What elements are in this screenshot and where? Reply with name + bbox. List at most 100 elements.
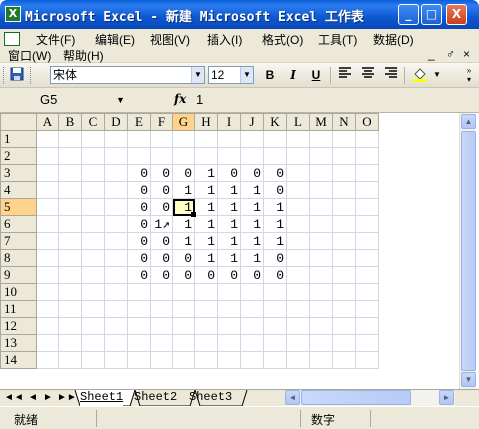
menu-view[interactable]: 视图(V) bbox=[150, 31, 190, 48]
cell-k5[interactable]: 1 bbox=[263, 198, 287, 216]
cell-h13[interactable] bbox=[194, 334, 218, 352]
row-header[interactable]: 6 bbox=[0, 215, 37, 233]
cell-e4[interactable]: 0 bbox=[127, 181, 151, 199]
cell-o11[interactable] bbox=[355, 300, 379, 318]
cell-b10[interactable] bbox=[58, 283, 82, 301]
cell-g11[interactable] bbox=[172, 300, 195, 318]
align-center-icon[interactable] bbox=[359, 66, 377, 84]
first-sheet-icon[interactable]: ◄◄ bbox=[4, 391, 24, 405]
column-header-g[interactable]: G bbox=[172, 113, 195, 131]
column-header-l[interactable]: L bbox=[286, 113, 310, 131]
cell-n6[interactable] bbox=[332, 215, 356, 233]
cell-c13[interactable] bbox=[81, 334, 105, 352]
cell-d1[interactable] bbox=[104, 130, 128, 148]
menu-window[interactable]: 窗口(W) bbox=[8, 47, 51, 64]
cell-a9[interactable] bbox=[36, 266, 59, 284]
fill-color-icon[interactable] bbox=[410, 66, 432, 84]
cell-a12[interactable] bbox=[36, 317, 59, 335]
column-header-f[interactable]: F bbox=[150, 113, 173, 131]
cell-l8[interactable] bbox=[286, 249, 310, 267]
cell-o4[interactable] bbox=[355, 181, 379, 199]
cell-g3[interactable]: 0 bbox=[172, 164, 195, 182]
cell-o14[interactable] bbox=[355, 351, 379, 369]
cell-c3[interactable] bbox=[81, 164, 105, 182]
cell-g2[interactable] bbox=[172, 147, 195, 165]
menu-tools[interactable]: 工具(T) bbox=[318, 31, 357, 48]
cell-a5[interactable] bbox=[36, 198, 59, 216]
worksheet-grid[interactable]: ABCDEFGHIJKLMNO 123000100040011110500111… bbox=[0, 113, 459, 389]
cell-f8[interactable]: 0 bbox=[150, 249, 173, 267]
cell-i10[interactable] bbox=[217, 283, 241, 301]
cell-h9[interactable]: 0 bbox=[194, 266, 218, 284]
cell-f9[interactable]: 0 bbox=[150, 266, 173, 284]
italic-button[interactable]: I bbox=[284, 66, 302, 84]
cell-g1[interactable] bbox=[172, 130, 195, 148]
menu-format[interactable]: 格式(O) bbox=[262, 31, 303, 48]
cell-h10[interactable] bbox=[194, 283, 218, 301]
cell-d9[interactable] bbox=[104, 266, 128, 284]
cell-o2[interactable] bbox=[355, 147, 379, 165]
column-header-a[interactable]: A bbox=[36, 113, 59, 131]
cell-n3[interactable] bbox=[332, 164, 356, 182]
cell-m12[interactable] bbox=[309, 317, 333, 335]
scroll-down-icon[interactable]: ▼ bbox=[461, 372, 476, 387]
scroll-right-icon[interactable]: ► bbox=[439, 390, 454, 405]
doc-minimize-button[interactable]: _ bbox=[428, 47, 435, 61]
row-header[interactable]: 5 bbox=[0, 198, 37, 216]
cell-k4[interactable]: 0 bbox=[263, 181, 287, 199]
cell-n1[interactable] bbox=[332, 130, 356, 148]
cell-b3[interactable] bbox=[58, 164, 82, 182]
cell-o8[interactable] bbox=[355, 249, 379, 267]
cell-l12[interactable] bbox=[286, 317, 310, 335]
cell-e6[interactable]: 0 bbox=[127, 215, 151, 233]
cell-e10[interactable] bbox=[127, 283, 151, 301]
cell-table[interactable]: ABCDEFGHIJKLMNO 123000100040011110500111… bbox=[0, 113, 379, 369]
cell-i5[interactable]: 1 bbox=[217, 198, 241, 216]
cell-o10[interactable] bbox=[355, 283, 379, 301]
cell-l9[interactable] bbox=[286, 266, 310, 284]
cell-o6[interactable] bbox=[355, 215, 379, 233]
vertical-scrollbar[interactable]: ▲ ▼ bbox=[459, 113, 476, 389]
cell-m10[interactable] bbox=[309, 283, 333, 301]
cell-l7[interactable] bbox=[286, 232, 310, 250]
cell-m1[interactable] bbox=[309, 130, 333, 148]
chevron-down-icon[interactable]: ▼ bbox=[240, 67, 253, 83]
chevron-down-icon[interactable]: ▼ bbox=[116, 91, 125, 109]
row-header[interactable]: 1 bbox=[0, 130, 37, 148]
menu-insert[interactable]: 插入(I) bbox=[207, 31, 242, 48]
cell-k9[interactable]: 0 bbox=[263, 266, 287, 284]
cell-l3[interactable] bbox=[286, 164, 310, 182]
cell-d4[interactable] bbox=[104, 181, 128, 199]
excel-app-icon[interactable]: X bbox=[5, 6, 21, 22]
cell-l5[interactable] bbox=[286, 198, 310, 216]
fill-color-dropdown-icon[interactable]: ▼ bbox=[432, 66, 442, 84]
column-header-c[interactable]: C bbox=[81, 113, 105, 131]
cell-h3[interactable]: 1 bbox=[194, 164, 218, 182]
cell-f12[interactable] bbox=[150, 317, 173, 335]
scroll-left-icon[interactable]: ◄ bbox=[285, 390, 300, 405]
cell-m4[interactable] bbox=[309, 181, 333, 199]
cell-b13[interactable] bbox=[58, 334, 82, 352]
cell-h11[interactable] bbox=[194, 300, 218, 318]
chevron-down-icon[interactable]: ▼ bbox=[191, 67, 204, 83]
cell-c2[interactable] bbox=[81, 147, 105, 165]
cell-c5[interactable] bbox=[81, 198, 105, 216]
cell-i1[interactable] bbox=[217, 130, 241, 148]
row-header[interactable]: 10 bbox=[0, 283, 37, 301]
cell-c14[interactable] bbox=[81, 351, 105, 369]
cell-j2[interactable] bbox=[240, 147, 264, 165]
horizontal-scroll-thumb[interactable] bbox=[301, 390, 411, 405]
font-size-select[interactable]: 12 ▼ bbox=[208, 66, 254, 84]
cell-b8[interactable] bbox=[58, 249, 82, 267]
cell-n13[interactable] bbox=[332, 334, 356, 352]
row-header[interactable]: 14 bbox=[0, 351, 37, 369]
maximize-button[interactable]: □ bbox=[421, 4, 442, 25]
cell-e1[interactable] bbox=[127, 130, 151, 148]
cell-c9[interactable] bbox=[81, 266, 105, 284]
cell-b9[interactable] bbox=[58, 266, 82, 284]
cell-k10[interactable] bbox=[263, 283, 287, 301]
cell-m7[interactable] bbox=[309, 232, 333, 250]
column-header-e[interactable]: E bbox=[127, 113, 151, 131]
cell-a8[interactable] bbox=[36, 249, 59, 267]
cell-f10[interactable] bbox=[150, 283, 173, 301]
